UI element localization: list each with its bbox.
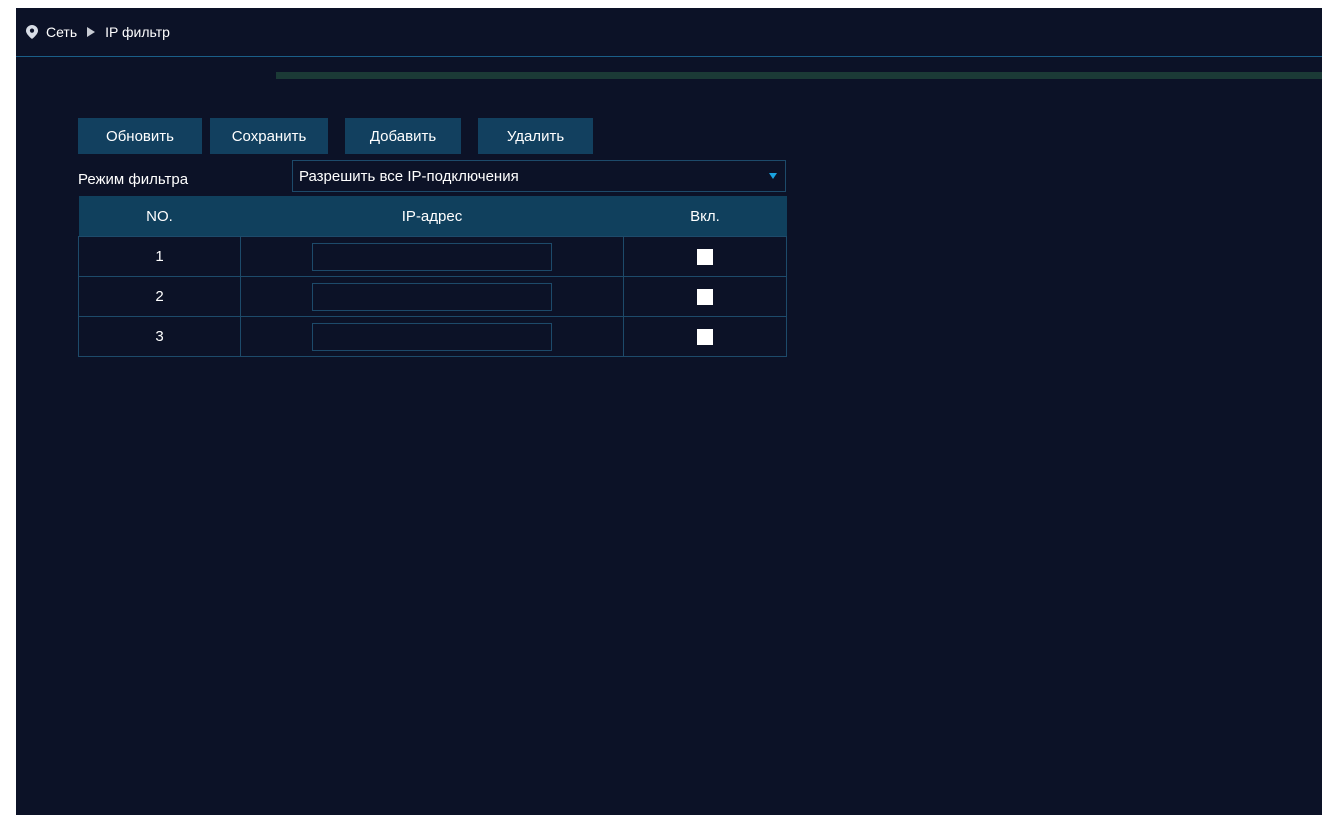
table-row: 2 [78,276,787,317]
row-number: 1 [78,236,241,277]
app-window: Сеть IP фильтр Обновить Сохранить Добави… [16,8,1322,815]
breadcrumb: Сеть IP фильтр [26,24,170,40]
enabled-cell [623,316,787,357]
table-row: 3 [78,316,787,357]
table-header-row: NO. IP-адрес Вкл. [78,196,787,237]
progress-bar [276,72,1322,79]
enabled-cell [623,236,787,277]
column-header-no: NO. [78,196,241,237]
column-header-enabled: Вкл. [623,196,787,237]
ip-cell [240,236,624,277]
row-number: 3 [78,316,241,357]
filter-mode-select[interactable]: Разрешить все IP-подключения [292,160,786,192]
filter-mode-label: Режим фильтра [78,171,189,188]
ip-filter-table: NO. IP-адрес Вкл. 1 2 3 [78,196,787,357]
ip-address-input[interactable] [312,242,552,271]
add-button[interactable]: Добавить [345,118,461,154]
enabled-cell [623,276,787,317]
triangle-right-icon [87,27,96,37]
enabled-checkbox[interactable] [697,249,713,266]
chevron-down-icon [769,173,777,179]
ip-cell [240,316,624,357]
ip-address-input[interactable] [312,282,552,311]
filter-mode-value: Разрешить все IP-подключения [299,167,519,185]
top-bar: Сеть IP фильтр [16,8,1322,57]
column-header-ip: IP-адрес [240,196,624,237]
breadcrumb-current: IP фильтр [105,24,170,40]
row-number: 2 [78,276,241,317]
refresh-button[interactable]: Обновить [78,118,202,154]
breadcrumb-root[interactable]: Сеть [46,24,77,40]
ip-address-input[interactable] [312,322,552,351]
save-button[interactable]: Сохранить [210,118,328,154]
progress-bar-fill [276,72,1322,79]
delete-button[interactable]: Удалить [478,118,593,154]
enabled-checkbox[interactable] [697,329,713,346]
enabled-checkbox[interactable] [697,289,713,306]
table-row: 1 [78,236,787,277]
ip-cell [240,276,624,317]
location-pin-icon [26,25,38,39]
